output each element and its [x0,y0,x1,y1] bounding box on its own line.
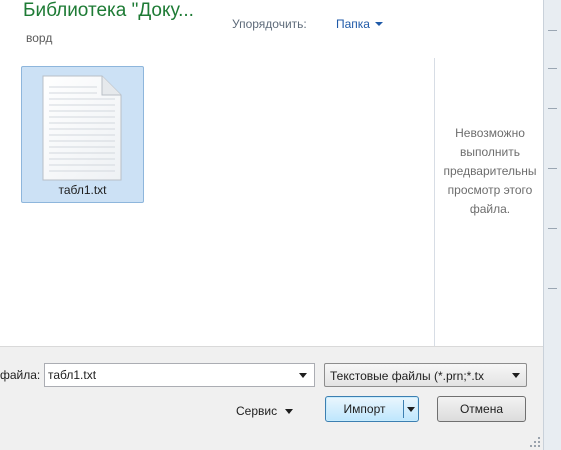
import-button[interactable]: Импорт [325,396,419,422]
text-file-icon [42,75,122,181]
chevron-down-icon [512,373,520,378]
file-item[interactable]: табл1.txt [21,66,144,203]
preview-divider [434,58,435,346]
chevron-down-icon[interactable] [299,373,307,378]
sort-value: Папка [336,17,370,31]
chevron-down-icon [374,22,383,26]
sort-dropdown[interactable]: Папка [336,17,383,31]
resize-grip-icon[interactable] [529,436,541,448]
library-title: Библиотека "Доку... [23,0,194,21]
edge-mark [548,68,557,69]
chevron-down-icon [285,409,294,414]
filename-combobox[interactable] [44,363,315,387]
service-label: Сервис [236,404,278,418]
file-browser-pane: Библиотека "Доку... ворд Упорядочить: Па… [0,0,543,346]
library-subtitle: ворд [26,31,53,45]
filetype-select[interactable]: Текстовые файлы (*.prn;*.tx [324,363,527,387]
import-label: Импорт [343,402,386,416]
filetype-value: Текстовые файлы (*.prn;*.tx [330,369,484,383]
window-edge [543,0,561,450]
edge-mark [548,288,557,289]
edge-mark [548,30,557,31]
edge-mark [548,168,557,169]
cancel-button[interactable]: Отмена [437,396,526,422]
filename-input[interactable] [48,367,288,383]
filename-label: файла: [0,368,41,382]
file-name: табл1.txt [58,183,107,197]
service-menu-button[interactable]: Сервис [236,404,294,418]
edge-mark [548,108,557,109]
preview-message: Невозможно выполнить предварительны прос… [443,126,537,216]
edge-mark [548,228,557,229]
split-divider [403,400,404,418]
sort-label: Упорядочить: [232,17,307,31]
chevron-down-icon[interactable] [407,407,415,412]
dialog-footer: файла: Текстовые файлы (*.prn;*.tx Серви… [0,346,543,450]
